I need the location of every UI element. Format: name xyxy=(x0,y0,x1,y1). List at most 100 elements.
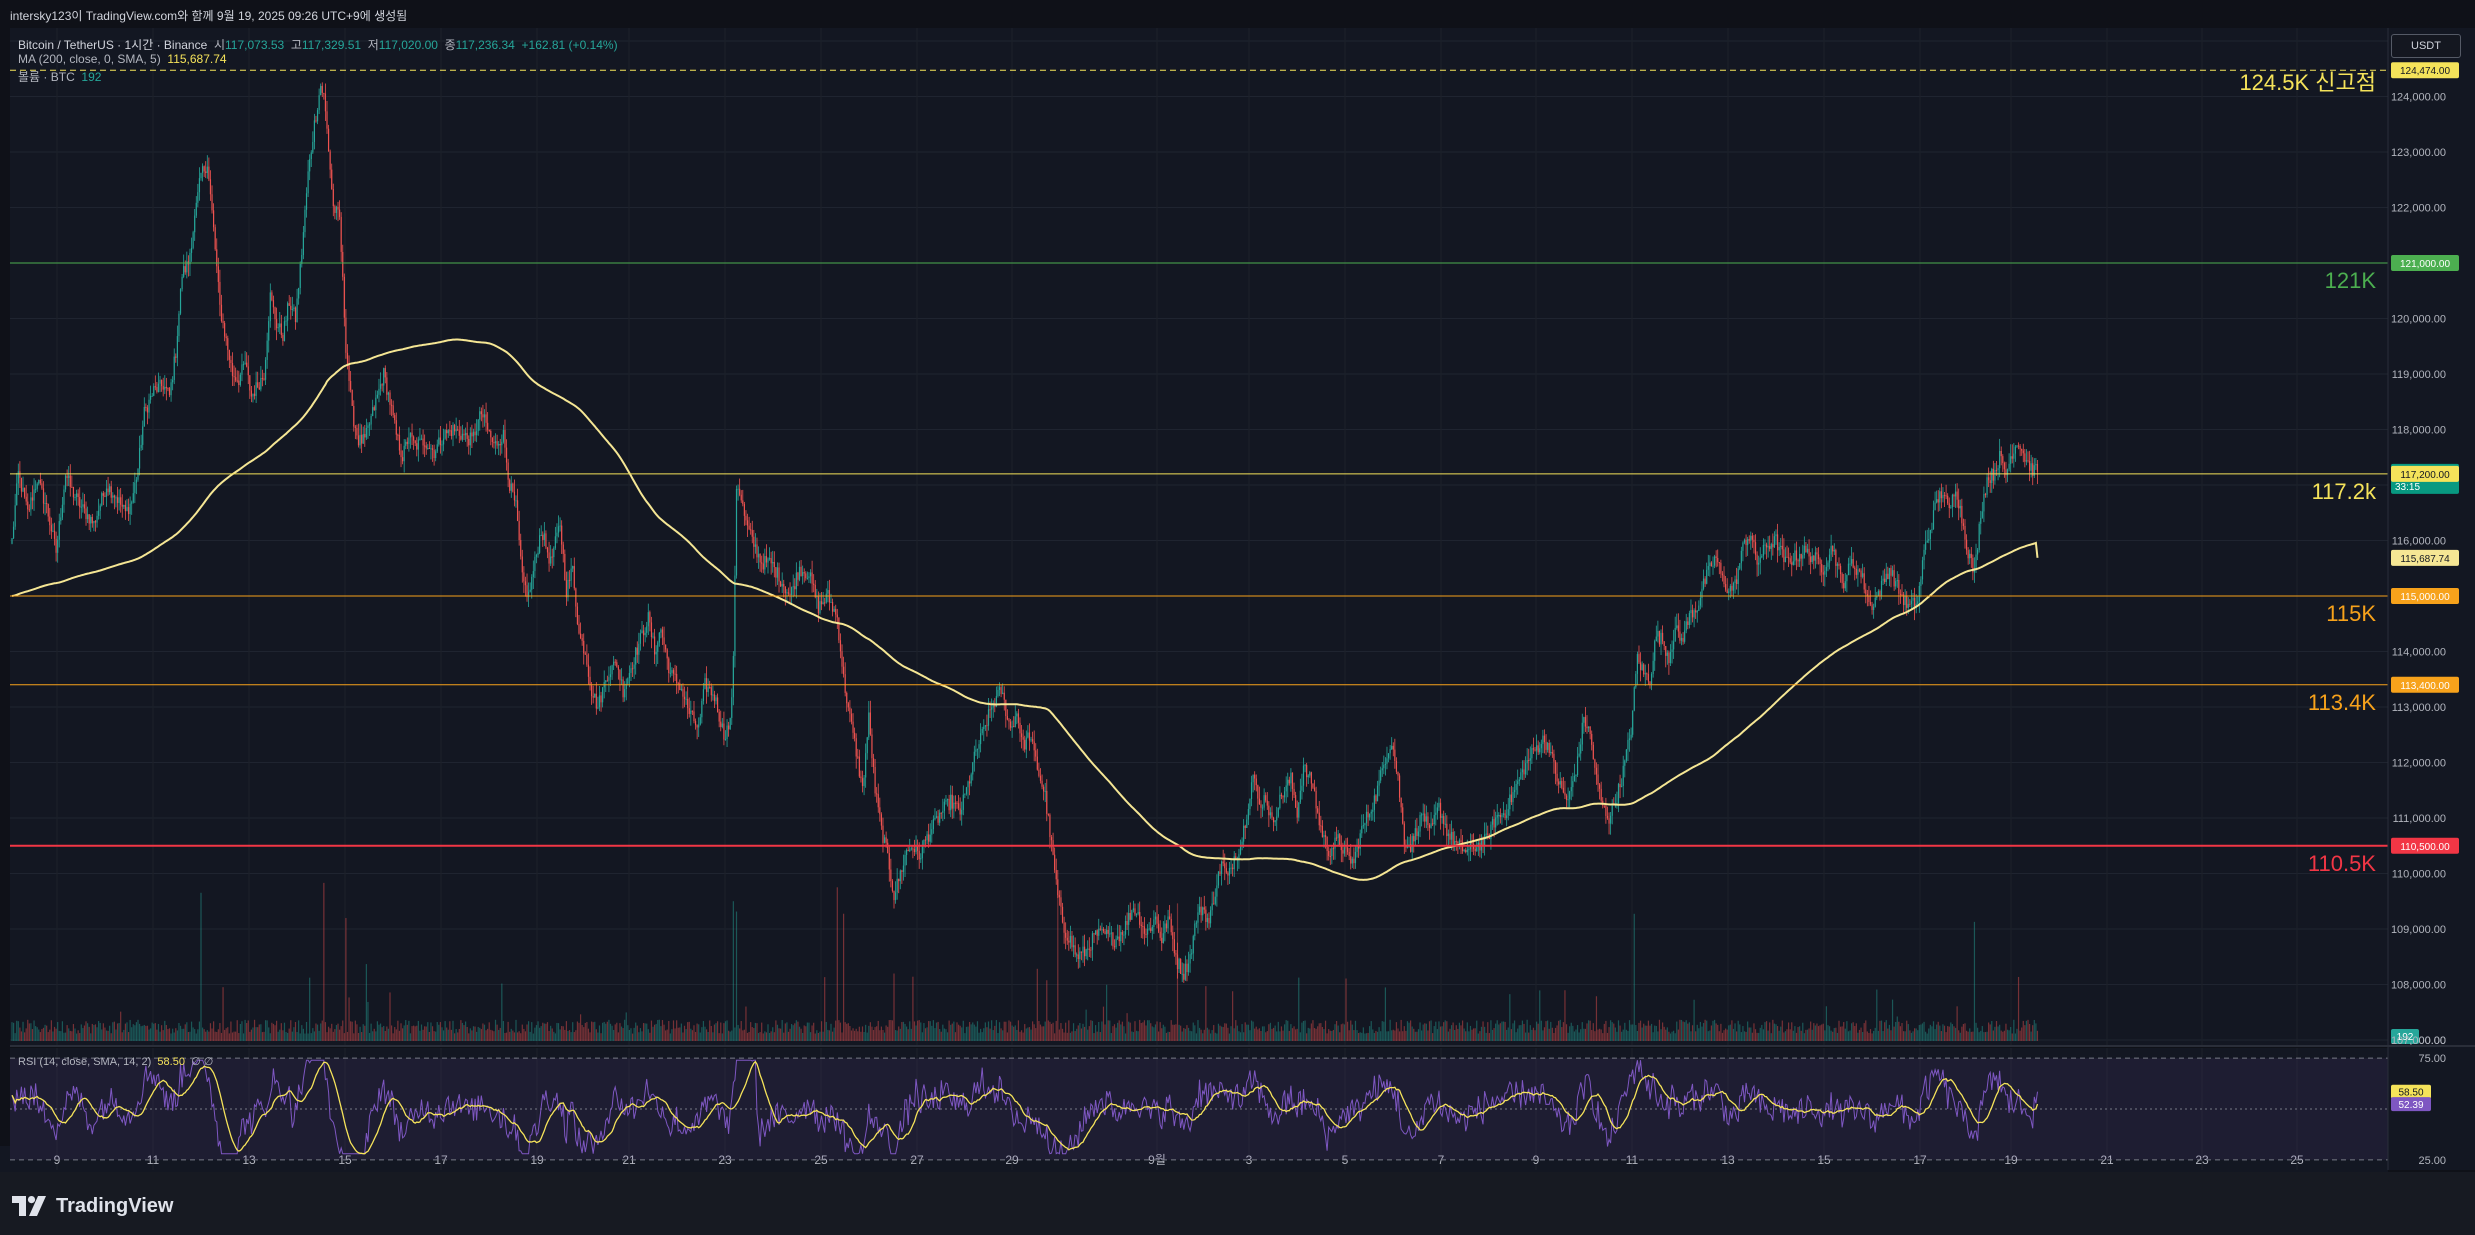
volume-bar xyxy=(452,1020,454,1041)
candle-body xyxy=(965,787,968,794)
candle-body xyxy=(1142,926,1144,928)
volume-bar xyxy=(660,1026,662,1041)
volume-bar xyxy=(1468,1031,1470,1041)
volume-bar xyxy=(783,1032,785,1041)
candle-body xyxy=(1558,781,1560,785)
candle-body xyxy=(1781,545,1783,550)
candle-body xyxy=(367,425,369,428)
chart-canvas[interactable]: 125,000.00124,000.00123,000.00122,000.00… xyxy=(0,0,2475,1172)
candle-body xyxy=(568,579,571,581)
volume-bar xyxy=(578,1022,580,1041)
volume-bar xyxy=(929,1021,931,1041)
volume-bar xyxy=(1788,1022,1790,1041)
volume-bar xyxy=(74,1028,76,1041)
volume-bar xyxy=(450,1029,453,1041)
y-tick-label: 110,000.00 xyxy=(2392,869,2446,881)
volume-bar xyxy=(1381,1021,1383,1041)
candle-body xyxy=(1250,782,1253,800)
volume-bar xyxy=(1227,1027,1229,1041)
currency-button[interactable]: USDT xyxy=(2391,34,2461,58)
volume-bar xyxy=(490,1029,492,1041)
price-axis-badge-text: 115,687.74 xyxy=(2400,554,2450,565)
tradingview-logo[interactable]: TradingView xyxy=(12,1192,173,1220)
volume-bar xyxy=(1039,1024,1042,1041)
volume-bar xyxy=(896,1030,898,1041)
volume-bar xyxy=(1764,1022,1766,1041)
volume-bar xyxy=(154,1023,156,1041)
candle-body xyxy=(379,384,382,389)
candle-body xyxy=(690,710,692,714)
volume-bar xyxy=(1047,1020,1049,1041)
volume-bar xyxy=(901,1022,903,1041)
candle-body xyxy=(110,486,112,498)
candle-body xyxy=(1967,550,1969,559)
ma-legend[interactable]: MA (200, close, 0, SMA, 5) 115,687.74 xyxy=(18,52,227,66)
volume-bar xyxy=(1597,1029,1599,1041)
candle-body xyxy=(1688,613,1690,625)
volume-bar xyxy=(1589,1020,1591,1041)
volume-bar xyxy=(1284,1024,1286,1041)
volume-bar xyxy=(633,1027,635,1041)
candle-body xyxy=(1909,603,1911,605)
volume-bar xyxy=(449,1021,451,1041)
volume-bar xyxy=(1194,1025,1196,1041)
volume-bar xyxy=(1709,1030,1711,1041)
candle-body xyxy=(373,407,375,411)
volume-bar xyxy=(1559,1019,1561,1041)
volume-bar xyxy=(1011,1025,1013,1041)
candle-body xyxy=(332,189,334,207)
volume-bar xyxy=(264,1020,267,1041)
volume-bar xyxy=(1213,1025,1215,1041)
candle-body xyxy=(1795,550,1798,561)
candle-body xyxy=(1857,569,1859,575)
volume-bar xyxy=(1408,1022,1410,1041)
volume-bar xyxy=(622,1028,624,1041)
candle-body xyxy=(1038,769,1040,776)
candle-body xyxy=(263,378,265,380)
candle-body xyxy=(1947,495,1949,504)
rsi-legend[interactable]: RSI (14, close, SMA, 14, 2) 58.50 ∅ ∅ xyxy=(18,1055,213,1068)
volume-bar xyxy=(1087,1029,1089,1041)
candle-body xyxy=(115,497,117,499)
volume-bar xyxy=(789,1028,791,1041)
volume-bar xyxy=(1822,1023,1824,1041)
volume-bar xyxy=(1684,1022,1686,1041)
candle-body xyxy=(1594,759,1596,768)
candle-body xyxy=(11,538,13,544)
volume-bar xyxy=(627,1025,629,1041)
volume-bar xyxy=(715,1023,717,1041)
volume-bar xyxy=(266,1020,268,1041)
volume-bar xyxy=(906,1026,908,1041)
candle-body xyxy=(474,431,476,436)
volume-bar xyxy=(131,1027,133,1041)
volume-bar xyxy=(1041,1026,1043,1041)
volume-bar xyxy=(41,1029,43,1041)
candle-body xyxy=(509,479,511,491)
candle-body xyxy=(1137,912,1139,914)
candle-body xyxy=(1389,749,1391,754)
candle-body xyxy=(1953,494,1955,497)
volume-bar xyxy=(556,1022,558,1041)
candle-body xyxy=(545,533,547,548)
volume-bar xyxy=(487,1028,489,1041)
level-annotation: 115K xyxy=(2326,601,2376,626)
volume-bar xyxy=(775,1020,777,1041)
volume-bar xyxy=(1816,1023,1818,1041)
candle-body xyxy=(312,141,314,153)
candle-body xyxy=(1354,851,1357,864)
volume-legend[interactable]: 볼륨 · BTC 192 xyxy=(18,68,101,85)
volume-bar xyxy=(1118,1020,1120,1041)
volume-bar xyxy=(471,1030,473,1041)
candle-body xyxy=(1550,751,1552,753)
volume-bar xyxy=(201,1027,204,1041)
volume-bar xyxy=(841,1032,843,1041)
candle-body xyxy=(1562,787,1564,793)
volume-bar xyxy=(1948,1026,1950,1041)
volume-bar xyxy=(1961,1026,1963,1041)
volume-bar xyxy=(1271,1028,1273,1041)
candle-body xyxy=(1989,480,1991,484)
candle-body xyxy=(460,435,462,440)
candle-body xyxy=(724,739,727,741)
candle-body xyxy=(170,382,172,396)
candle-body xyxy=(1838,563,1840,566)
